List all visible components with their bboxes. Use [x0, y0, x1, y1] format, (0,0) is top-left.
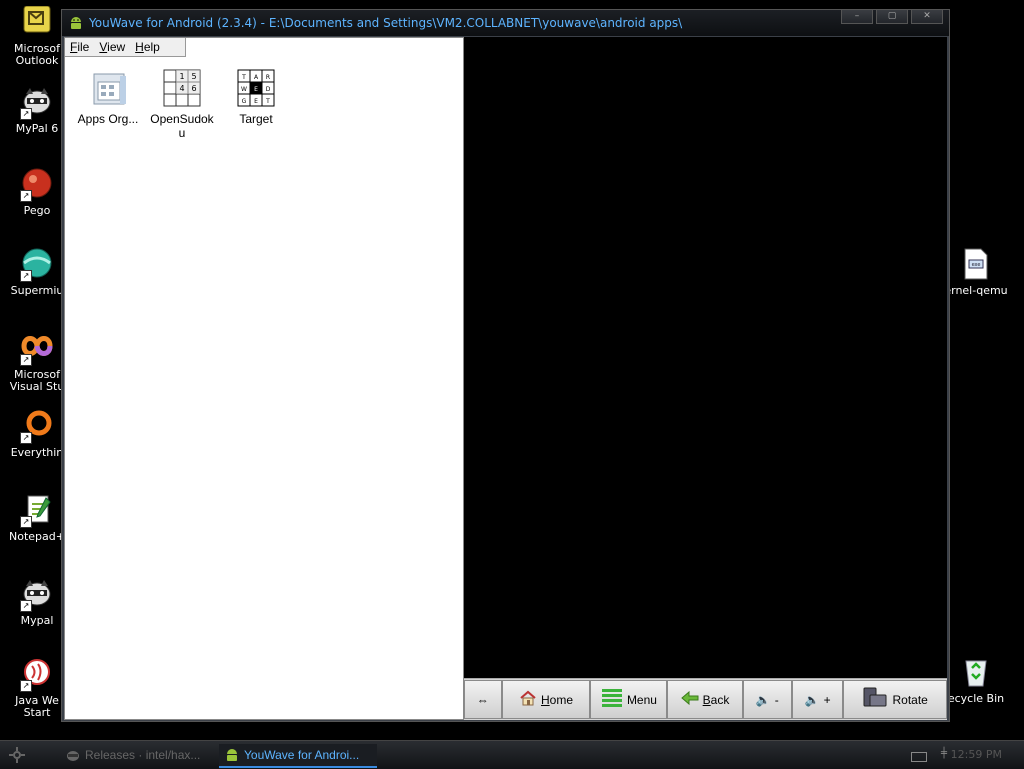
- target-letter: E: [254, 98, 258, 105]
- app-opensudoku[interactable]: 1 5 4 6 OpenSudok u: [145, 68, 219, 140]
- task-releases[interactable]: Releases · intel/hax...: [60, 744, 216, 766]
- rotate-phone-icon: [862, 687, 888, 712]
- menu-view[interactable]: View: [94, 38, 130, 56]
- target-letter: G: [242, 98, 247, 105]
- home-button[interactable]: Home: [501, 680, 591, 719]
- shortcut-arrow-icon: ↗: [20, 432, 32, 444]
- target-letter: D: [266, 86, 271, 93]
- window-title: YouWave for Android (2.3.4) - E:\Documen…: [89, 16, 683, 30]
- volume-up-button[interactable]: 🔈 +: [791, 680, 844, 719]
- shortcut-arrow-icon: ↗: [20, 270, 32, 282]
- file-icon: exe: [959, 248, 993, 282]
- menu-button[interactable]: Menu: [590, 680, 668, 719]
- sudoku-digit: 4: [179, 84, 184, 93]
- android-nav-bar: ⇔ Home Menu Back 🔈 - 🔈 + Rotate: [464, 678, 948, 720]
- target-letter: W: [241, 86, 247, 93]
- everything-icon: ↗: [20, 410, 54, 444]
- target-letter: T: [241, 74, 246, 81]
- minimize-button[interactable]: –: [841, 10, 873, 24]
- recycle-bin-icon: [959, 656, 993, 690]
- android-icon: [68, 15, 84, 31]
- speaker-icon: 🔈: [804, 692, 820, 707]
- menu-icon: [601, 687, 623, 712]
- task-youwave[interactable]: YouWave for Androi...: [219, 744, 377, 768]
- android-screen[interactable]: [464, 37, 947, 678]
- rotate-button[interactable]: Rotate: [843, 680, 948, 719]
- visual-studio-icon: ↗: [20, 332, 54, 366]
- raccoon-icon: [66, 748, 80, 762]
- menu-file[interactable]: File: [65, 38, 94, 56]
- supermium-icon: ↗: [20, 248, 54, 282]
- youwave-window: YouWave for Android (2.3.4) - E:\Documen…: [61, 9, 950, 722]
- pego-icon: ↗: [20, 168, 54, 202]
- taskbar: Releases · intel/hax... YouWave for Andr…: [0, 740, 1024, 769]
- outlook-icon: [20, 5, 54, 40]
- target-letter: R: [266, 74, 270, 81]
- app-label: OpenSudok u: [150, 112, 214, 140]
- sudoku-digit: 5: [191, 72, 196, 81]
- sudoku-digit: 1: [179, 72, 184, 81]
- home-icon: [519, 690, 537, 709]
- menu-bar: File View Help: [65, 38, 186, 57]
- clock[interactable]: 12:59 PM: [951, 748, 1002, 761]
- app-target[interactable]: T A R W E D G E T Target: [219, 68, 293, 140]
- sudoku-icon: 1 5 4 6: [162, 68, 202, 108]
- speaker-icon: 🔈: [755, 692, 771, 707]
- back-arrow-icon: [680, 690, 699, 708]
- target-letter: T: [265, 98, 270, 105]
- maximize-button[interactable]: ▢: [876, 10, 908, 24]
- android-icon: [225, 748, 239, 762]
- target-letter: E: [254, 86, 258, 93]
- shortcut-arrow-icon: ↗: [20, 108, 32, 120]
- back-button[interactable]: Back: [667, 680, 743, 719]
- double-arrow-icon: ⇔: [476, 692, 489, 707]
- java-icon: ↗: [20, 658, 54, 692]
- svg-text:exe: exe: [972, 262, 981, 268]
- apps-organizer-icon: [88, 68, 128, 108]
- shortcut-arrow-icon: ↗: [20, 190, 32, 202]
- app-label: Apps Org...: [77, 112, 139, 126]
- raccoon-icon: ↗: [20, 86, 54, 120]
- keyboard-icon[interactable]: [911, 752, 927, 762]
- volume-down-button[interactable]: 🔈 -: [742, 680, 792, 719]
- shortcut-arrow-icon: ↗: [20, 600, 32, 612]
- network-icon[interactable]: ╪: [941, 748, 951, 762]
- sudoku-digit: 6: [191, 84, 196, 93]
- target-icon: T A R W E D G E T: [236, 68, 276, 108]
- app-apps-organizer[interactable]: Apps Org...: [71, 68, 145, 140]
- window-controls: – ▢ ✕: [841, 10, 943, 24]
- shortcut-arrow-icon: ↗: [20, 354, 32, 366]
- shortcut-arrow-icon: ↗: [20, 516, 32, 528]
- notepad-icon: ↗: [20, 494, 54, 528]
- shortcut-arrow-icon: ↗: [20, 680, 32, 692]
- app-grid: Apps Org... 1 5 4 6 OpenSudok u T A R W …: [71, 68, 293, 140]
- raccoon-icon: ↗: [20, 578, 54, 612]
- app-label: Target: [239, 112, 273, 126]
- apps-panel: File View Help Apps Org... 1 5 4 6 OpenS…: [64, 37, 464, 720]
- close-button[interactable]: ✕: [911, 10, 943, 24]
- window-titlebar[interactable]: YouWave for Android (2.3.4) - E:\Documen…: [62, 10, 949, 36]
- menu-help[interactable]: Help: [130, 38, 165, 56]
- start-button[interactable]: [8, 746, 26, 764]
- toggle-panel-button[interactable]: ⇔: [464, 680, 502, 719]
